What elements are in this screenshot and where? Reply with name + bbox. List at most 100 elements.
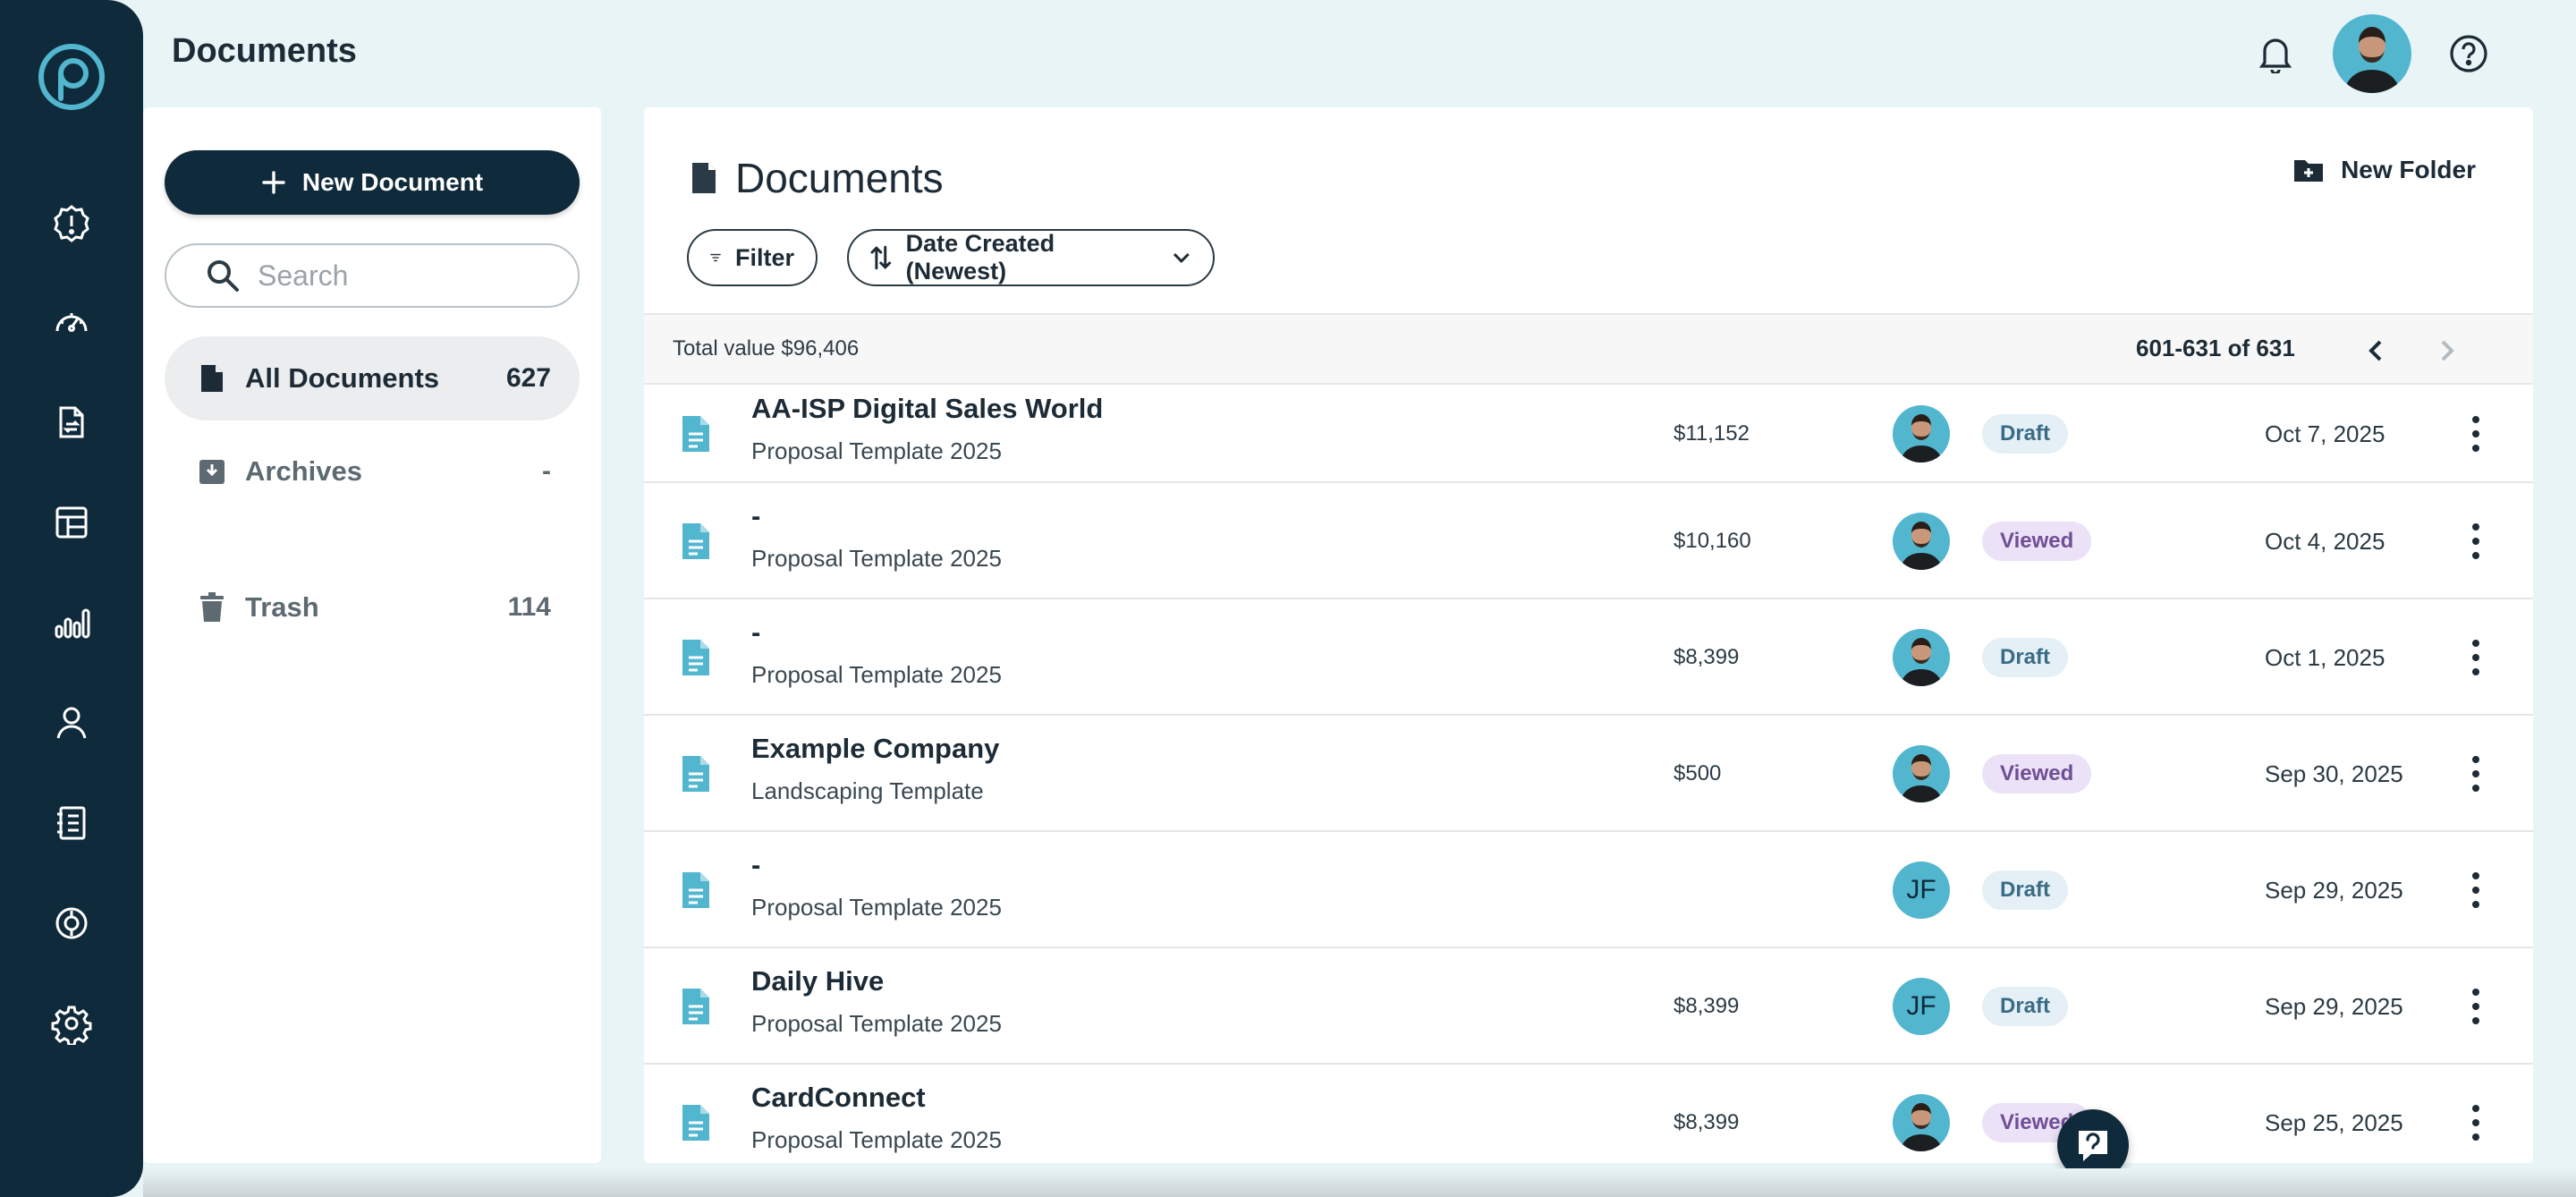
row-menu-button[interactable] bbox=[2469, 872, 2483, 908]
document-icon bbox=[682, 416, 709, 452]
alert-badge-icon bbox=[54, 205, 89, 242]
filter-label: Filter bbox=[734, 243, 794, 271]
new-folder-label: New Folder bbox=[2341, 156, 2476, 183]
chevron-right-icon bbox=[2441, 340, 2454, 361]
table-layout-icon bbox=[55, 506, 88, 539]
row-menu-button[interactable] bbox=[2469, 989, 2483, 1024]
document-row[interactable]: - Proposal Template 2025 JF Draft Sep 29… bbox=[644, 832, 2533, 948]
bell-icon bbox=[2258, 38, 2292, 73]
billing-coin-icon bbox=[55, 907, 88, 939]
document-row[interactable]: - Proposal Template 2025 $10,160 Viewed … bbox=[644, 483, 2533, 599]
document-row[interactable]: AA-ISP Digital Sales World Proposal Temp… bbox=[644, 385, 2533, 483]
nav-templates[interactable] bbox=[45, 496, 98, 549]
row-menu-button[interactable] bbox=[2469, 1105, 2483, 1141]
document-date: Sep 29, 2025 bbox=[2265, 877, 2403, 904]
document-template: Proposal Template 2025 bbox=[751, 545, 1002, 572]
summary-bar: Total value $96,406 601-631 of 631 bbox=[644, 313, 2533, 385]
new-document-button[interactable]: New Document bbox=[165, 150, 580, 215]
document-template: Proposal Template 2025 bbox=[751, 661, 1002, 688]
catalog-icon bbox=[57, 806, 86, 840]
nav-alerts[interactable] bbox=[45, 197, 98, 250]
document-name: Example Company bbox=[751, 733, 1000, 764]
chevron-left-icon bbox=[2368, 340, 2382, 361]
person-photo-icon bbox=[1900, 522, 1943, 570]
folder-all-documents[interactable]: All Documents 627 bbox=[165, 336, 580, 420]
documents-heading: Documents bbox=[691, 154, 944, 202]
nav-billing[interactable] bbox=[45, 896, 98, 950]
owner-avatar bbox=[1893, 745, 1950, 802]
nav-rail bbox=[0, 0, 143, 1197]
status-badge: Viewed bbox=[1982, 754, 2092, 794]
document-icon bbox=[682, 523, 709, 559]
document-date: Sep 30, 2025 bbox=[2265, 760, 2403, 787]
document-icon bbox=[197, 363, 227, 394]
document-template: Proposal Template 2025 bbox=[751, 1010, 1002, 1037]
user-icon bbox=[56, 707, 87, 739]
trash-icon bbox=[197, 592, 227, 623]
horizontal-scrollbar[interactable] bbox=[143, 1168, 2576, 1197]
document-value: $8,399 bbox=[1674, 994, 1740, 1018]
document-row[interactable]: CardConnect Proposal Template 2025 $8,39… bbox=[644, 1065, 2533, 1163]
nav-dashboard[interactable] bbox=[45, 295, 98, 349]
chevron-down-icon bbox=[1174, 253, 1191, 264]
chat-bubble-icon bbox=[2079, 1131, 2107, 1161]
folder-name: Trash bbox=[245, 591, 319, 623]
nav-contacts[interactable] bbox=[45, 696, 98, 750]
search-input[interactable] bbox=[258, 259, 562, 293]
document-icon bbox=[682, 1105, 709, 1141]
person-photo-icon bbox=[1900, 1103, 1943, 1151]
nav-settings[interactable] bbox=[45, 997, 98, 1050]
new-folder-button[interactable]: New Folder bbox=[2292, 156, 2476, 184]
nav-reports[interactable] bbox=[45, 596, 98, 649]
dashboard-gauge-icon bbox=[55, 313, 88, 332]
next-page-button[interactable] bbox=[2429, 333, 2465, 369]
owner-avatar bbox=[1893, 629, 1950, 686]
documents-swap-icon bbox=[59, 406, 84, 438]
row-menu-button[interactable] bbox=[2469, 756, 2483, 792]
row-menu-button[interactable] bbox=[2469, 416, 2483, 452]
nav-catalog[interactable] bbox=[45, 796, 98, 850]
documents-title: Documents bbox=[735, 155, 944, 201]
owner-avatar: JF bbox=[1893, 862, 1950, 919]
folder-count: 114 bbox=[507, 592, 551, 622]
folder-plus-icon bbox=[2294, 160, 2324, 182]
status-badge: Draft bbox=[1982, 638, 2069, 677]
p-logo-icon[interactable] bbox=[38, 43, 106, 111]
status-badge: Draft bbox=[1982, 987, 2069, 1026]
document-value: $8,399 bbox=[1674, 1110, 1740, 1134]
filter-button[interactable]: Filter bbox=[687, 229, 818, 286]
total-value: Total value $96,406 bbox=[673, 336, 860, 361]
document-row[interactable]: Daily Hive Proposal Template 2025 $8,399… bbox=[644, 948, 2533, 1065]
folder-trash[interactable]: Trash 114 bbox=[165, 565, 580, 649]
document-icon bbox=[692, 163, 716, 193]
document-name: Daily Hive bbox=[751, 965, 885, 997]
document-row[interactable]: Example Company Landscaping Template $50… bbox=[644, 716, 2533, 832]
owner-avatar bbox=[1893, 405, 1950, 463]
document-template: Proposal Template 2025 bbox=[751, 894, 1002, 921]
sort-dropdown[interactable]: Date Created (Newest) bbox=[847, 229, 1215, 286]
search-field[interactable] bbox=[165, 243, 580, 308]
search-icon bbox=[208, 260, 239, 292]
row-menu-button[interactable] bbox=[2469, 523, 2483, 559]
folder-archives[interactable]: Archives - bbox=[165, 429, 580, 514]
folder-count: 627 bbox=[505, 363, 551, 393]
document-date: Sep 29, 2025 bbox=[2265, 993, 2403, 1020]
nav-documents[interactable] bbox=[45, 395, 98, 449]
notifications-button[interactable] bbox=[2252, 30, 2299, 77]
document-icon bbox=[682, 872, 709, 908]
document-value: $8,399 bbox=[1674, 645, 1740, 669]
person-photo-icon bbox=[2343, 27, 2401, 93]
document-template: Landscaping Template bbox=[751, 777, 984, 804]
help-button[interactable] bbox=[2445, 30, 2492, 77]
prev-page-button[interactable] bbox=[2358, 333, 2394, 369]
document-name: CardConnect bbox=[751, 1082, 926, 1113]
document-name: - bbox=[751, 500, 761, 531]
document-row[interactable]: - Proposal Template 2025 $8,399 Draft Oc… bbox=[644, 599, 2533, 716]
filter-lines-icon bbox=[710, 253, 721, 262]
user-avatar[interactable] bbox=[2333, 14, 2411, 93]
documents-panel: Documents New Folder Filter Date Created… bbox=[644, 107, 2533, 1163]
documents-list: AA-ISP Digital Sales World Proposal Temp… bbox=[644, 385, 2533, 1163]
folder-sidebar: New Document All Documents 627 Archives … bbox=[143, 107, 601, 1163]
document-value: $500 bbox=[1674, 761, 1722, 785]
row-menu-button[interactable] bbox=[2469, 640, 2483, 675]
